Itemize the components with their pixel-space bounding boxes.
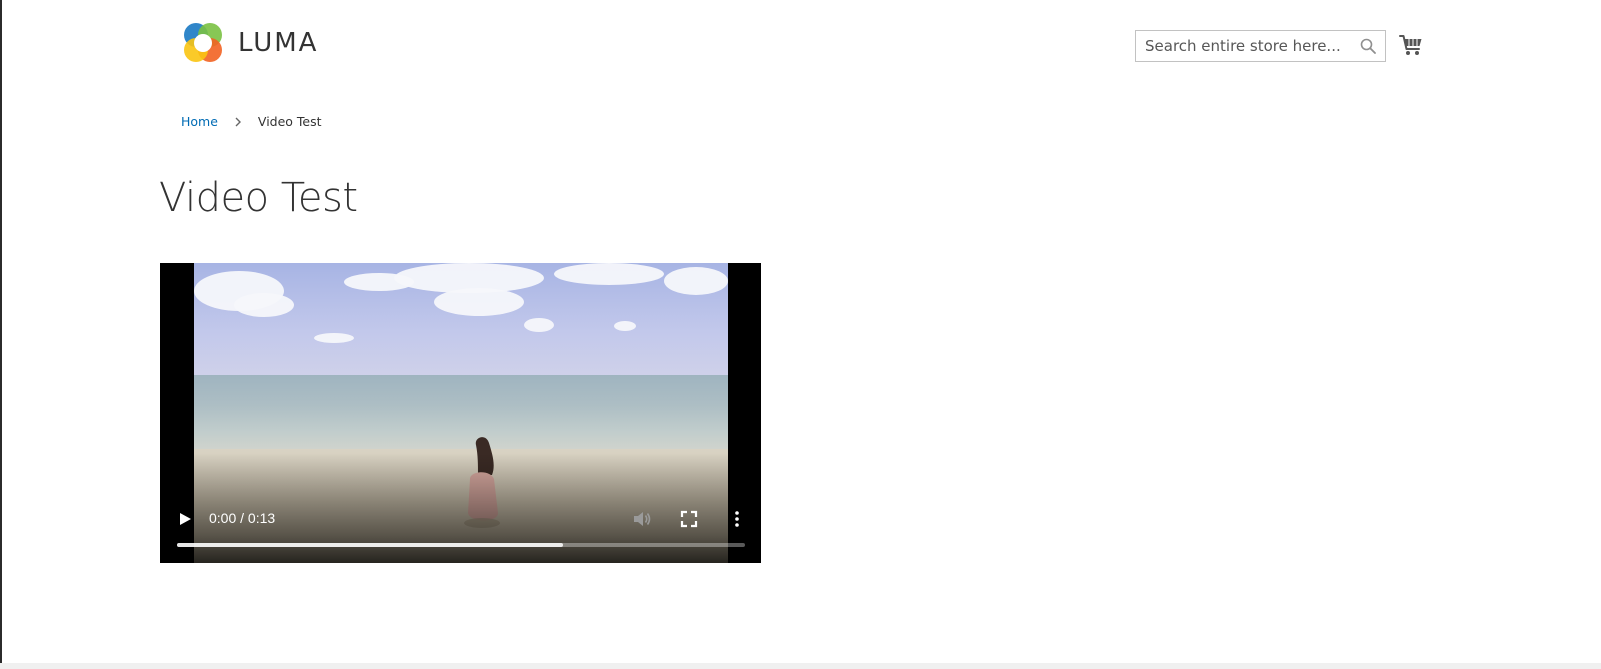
video-buffered-bar	[177, 543, 564, 547]
luma-logo-link[interactable]: LUMA	[180, 20, 318, 66]
logo-text: LUMA	[238, 28, 319, 58]
search-icon[interactable]	[1360, 38, 1376, 54]
video-time: 0:00 / 0:13	[209, 510, 276, 526]
breadcrumb-current: Video Test	[257, 114, 322, 129]
shopping-cart-icon[interactable]	[1399, 34, 1423, 56]
cloud	[554, 263, 664, 285]
search-box	[1135, 30, 1386, 62]
cloud	[664, 267, 728, 295]
video-player[interactable]: 0:00 / 0:13	[160, 263, 761, 563]
cloud	[524, 318, 554, 332]
play-icon[interactable]	[176, 510, 194, 528]
more-options-icon[interactable]	[728, 510, 746, 528]
page-title: Video Test	[159, 175, 358, 221]
footer-band	[0, 663, 1601, 669]
cloud	[434, 288, 524, 316]
cloud	[314, 333, 354, 343]
cloud	[614, 321, 636, 331]
video-progress-bar[interactable]	[177, 543, 745, 547]
breadcrumb: Home Video Test	[181, 114, 322, 129]
luma-logo-icon	[184, 23, 222, 62]
volume-icon[interactable]	[632, 509, 652, 529]
chevron-right-icon	[235, 117, 241, 126]
breadcrumb-home-link[interactable]: Home	[181, 114, 218, 129]
window-edge	[0, 0, 2, 669]
cloud	[234, 293, 294, 317]
search-input[interactable]	[1136, 31, 1351, 61]
fullscreen-icon[interactable]	[680, 510, 698, 528]
video-controls: 0:00 / 0:13	[160, 493, 761, 563]
